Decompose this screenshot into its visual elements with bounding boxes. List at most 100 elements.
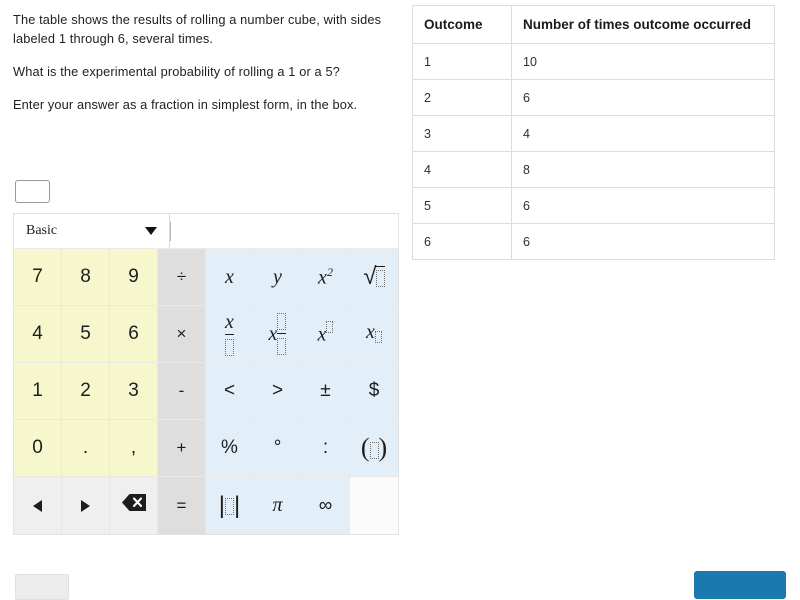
chevron-down-icon (145, 227, 157, 235)
key-label: 8 (80, 266, 91, 287)
key-parentheses[interactable]: () (350, 420, 398, 477)
backspace-icon (121, 493, 147, 518)
key-subscript[interactable]: x (350, 306, 398, 363)
key-infinity[interactable]: ∞ (302, 477, 350, 534)
cell-outcome: 1 (412, 43, 512, 80)
key-label: 7 (32, 266, 43, 287)
divide-icon: ÷ (176, 267, 187, 286)
key-3[interactable]: 3 (110, 363, 158, 420)
key-label: x2 (318, 264, 333, 289)
key-cursor-left[interactable] (14, 477, 62, 534)
keypad-mode-dropdown[interactable]: Basic (14, 214, 169, 248)
question-paragraph-3: Enter your answer as a fraction in simpl… (13, 97, 358, 112)
key-8[interactable]: 8 (62, 249, 110, 306)
key-0[interactable]: 0 (14, 420, 62, 477)
table-row: 3 4 (412, 115, 775, 152)
question-paragraph-1: The table shows the results of rolling a… (13, 12, 382, 46)
subscript-icon: x (366, 321, 382, 347)
parentheses-icon: () (360, 433, 388, 462)
table-header-row: Outcome Number of times outcome occurred (412, 5, 775, 44)
key-fraction[interactable]: x (206, 306, 254, 363)
cell-frequency: 6 (511, 223, 775, 260)
cell-frequency: 10 (511, 43, 775, 80)
pi-icon: π (272, 494, 283, 516)
mixed-number-icon: x (268, 322, 278, 345)
key-label: . (82, 437, 89, 458)
question-panel: The table shows the results of rolling a… (13, 10, 388, 114)
key-plus[interactable]: + (158, 420, 206, 477)
key-blank (350, 477, 398, 534)
column-header-outcome: Outcome (412, 5, 512, 44)
primary-action-button[interactable] (694, 571, 786, 599)
key-5[interactable]: 5 (62, 306, 110, 363)
key-9[interactable]: 9 (110, 249, 158, 306)
table-row: 2 6 (412, 79, 775, 116)
minus-icon: - (178, 381, 185, 400)
key-label: 0 (32, 437, 43, 458)
cell-outcome: 2 (412, 79, 512, 116)
keypad-row: 7 8 9 ÷ x y x2 √ (14, 249, 398, 306)
keypad-row: 4 5 6 × x x x x (14, 306, 398, 363)
answer-input[interactable] (15, 180, 50, 203)
key-cursor-right[interactable] (62, 477, 110, 534)
table-row: 4 8 (412, 151, 775, 188)
key-multiply[interactable]: × (158, 306, 206, 363)
key-7[interactable]: 7 (14, 249, 62, 306)
key-dollar-sign[interactable]: $ (350, 363, 398, 420)
key-mixed-number[interactable]: x (254, 306, 302, 363)
plus-icon: + (176, 438, 187, 457)
key-percent[interactable]: % (206, 420, 254, 477)
keypad-row: = | | π ∞ (14, 477, 398, 534)
key-colon[interactable]: : (302, 420, 350, 477)
key-absolute-value[interactable]: | | (206, 477, 254, 534)
key-variable-y[interactable]: y (254, 249, 302, 306)
key-minus[interactable]: - (158, 363, 206, 420)
key-label: < (223, 380, 236, 401)
absolute-value-icon: | | (218, 491, 241, 519)
cell-frequency: 8 (511, 151, 775, 188)
key-6[interactable]: 6 (110, 306, 158, 363)
key-2[interactable]: 2 (62, 363, 110, 420)
degree-icon: ° (273, 437, 282, 458)
secondary-action-button[interactable] (15, 574, 69, 600)
key-comma[interactable]: , (110, 420, 158, 477)
key-equals[interactable]: = (158, 477, 206, 534)
mixed-number-fraction-part (277, 312, 287, 356)
key-decimal-point[interactable]: . (62, 420, 110, 477)
keypad-row: 1 2 3 - < > ± $ (14, 363, 398, 420)
cell-outcome: 3 (412, 115, 512, 152)
cell-frequency: 6 (511, 79, 775, 116)
table-row: 5 6 (412, 187, 775, 224)
arrow-right-icon (81, 499, 90, 512)
key-label: 6 (128, 323, 139, 344)
key-1[interactable]: 1 (14, 363, 62, 420)
square-root-icon: √ (363, 264, 385, 289)
key-label: ± (320, 380, 331, 401)
key-4[interactable]: 4 (14, 306, 62, 363)
key-plus-minus[interactable]: ± (302, 363, 350, 420)
key-label: > (271, 380, 284, 401)
key-square-root[interactable]: √ (350, 249, 398, 306)
key-less-than[interactable]: < (206, 363, 254, 420)
math-keypad: Basic 7 8 9 ÷ x y x2 √ 4 5 6 × x x x x 1… (13, 213, 399, 535)
key-variable-x[interactable]: x (206, 249, 254, 306)
key-backspace[interactable] (110, 477, 158, 534)
question-paragraph-2: What is the experimental probability of … (13, 64, 340, 79)
equals-icon: = (176, 495, 187, 515)
cell-frequency: 6 (511, 187, 775, 224)
outcome-frequency-table: Outcome Number of times outcome occurred… (412, 5, 775, 260)
key-label: $ (368, 380, 380, 401)
key-exponent[interactable]: x (302, 306, 350, 363)
keypad-expression-input[interactable] (169, 214, 398, 248)
key-divide[interactable]: ÷ (158, 249, 206, 306)
key-label: : (322, 437, 329, 458)
keypad-mode-label: Basic (26, 223, 58, 238)
exponent-icon: x (318, 321, 334, 347)
cell-outcome: 5 (412, 187, 512, 224)
arrow-left-icon (33, 499, 42, 512)
key-x-squared[interactable]: x2 (302, 249, 350, 306)
key-greater-than[interactable]: > (254, 363, 302, 420)
key-label: 2 (80, 380, 91, 401)
key-pi[interactable]: π (254, 477, 302, 534)
key-degree[interactable]: ° (254, 420, 302, 477)
